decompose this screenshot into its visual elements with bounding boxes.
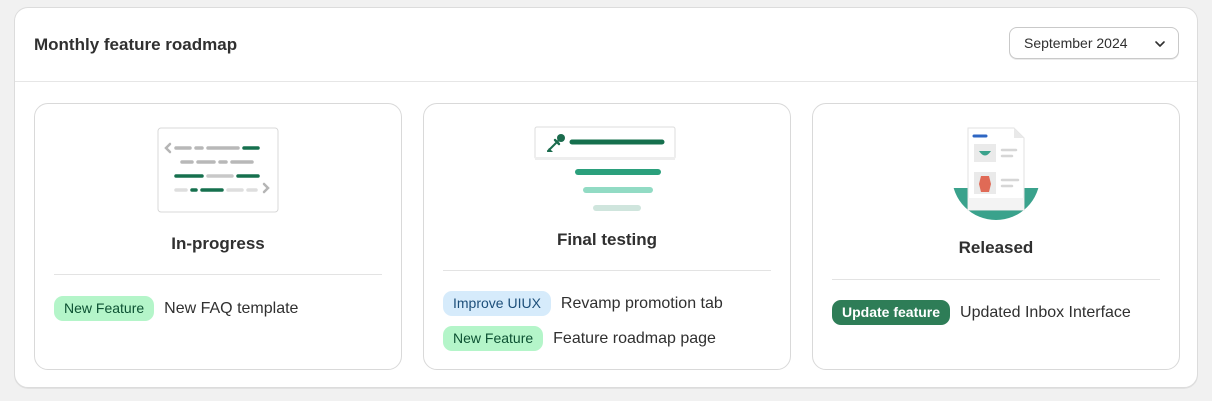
list-item: Improve UIUX Revamp promotion tab bbox=[443, 291, 723, 316]
status-badge: New Feature bbox=[443, 326, 544, 351]
color-picker-funnel-icon bbox=[424, 124, 790, 218]
item-text: Revamp promotion tab bbox=[560, 294, 723, 312]
chevron-down-icon bbox=[1155, 41, 1165, 47]
item-text: Updated Inbox Interface bbox=[960, 303, 1131, 321]
page-title: Monthly feature roadmap bbox=[34, 35, 238, 54]
list-item: New Feature Feature roadmap page bbox=[443, 326, 716, 351]
divider bbox=[832, 279, 1160, 280]
list-item: New Feature New FAQ template bbox=[54, 296, 298, 321]
list-item: Update feature Updated Inbox Interface bbox=[832, 300, 1131, 325]
status-badge: Update feature bbox=[832, 300, 951, 325]
column-in-progress: In-progress New Feature New FAQ template bbox=[34, 103, 402, 370]
stage-title: Final testing bbox=[556, 230, 658, 249]
stage-title: Released bbox=[958, 238, 1034, 257]
card-header: Monthly feature roadmap September 2024 bbox=[15, 8, 1197, 82]
roadmap-card: Monthly feature roadmap September 2024 I… bbox=[14, 7, 1198, 388]
column-final-testing: Final testing Improve UIUX Revamp promot… bbox=[423, 103, 791, 370]
item-text: Feature roadmap page bbox=[553, 329, 716, 347]
column-released: Released Update feature Updated Inbox In… bbox=[812, 103, 1180, 370]
divider bbox=[443, 270, 771, 271]
status-badge: New Feature bbox=[54, 296, 155, 321]
divider bbox=[54, 274, 382, 275]
stage-title: In-progress bbox=[171, 234, 265, 253]
month-selector-label: September 2024 bbox=[1024, 35, 1128, 51]
document-release-icon bbox=[813, 126, 1179, 226]
item-text: New FAQ template bbox=[164, 299, 299, 317]
month-selector[interactable]: September 2024 bbox=[1009, 27, 1179, 59]
code-window-icon bbox=[35, 126, 401, 216]
status-badge: Improve UIUX bbox=[443, 291, 551, 316]
